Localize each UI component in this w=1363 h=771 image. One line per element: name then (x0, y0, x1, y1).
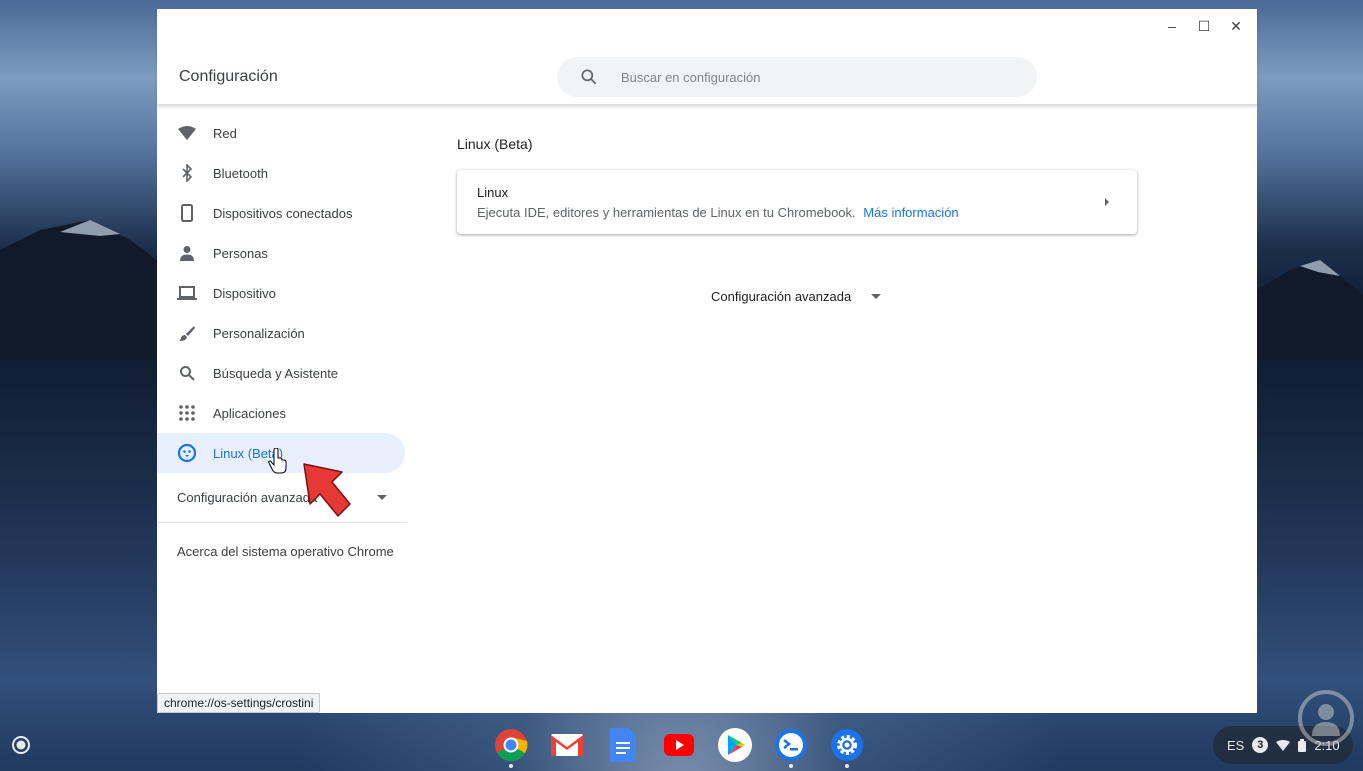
apps-grid-icon (177, 403, 197, 423)
sidebar-item-connected-devices[interactable]: Dispositivos conectados (157, 193, 405, 233)
sidebar-advanced-settings[interactable]: Configuración avanzada (157, 473, 407, 523)
youtube-icon (664, 734, 694, 756)
card-description: Ejecuta IDE, editores y herramientas de … (477, 205, 959, 220)
sidebar-advanced-label: Configuración avanzada (177, 490, 318, 505)
settings-app[interactable] (827, 725, 867, 768)
chevron-down-icon (871, 293, 882, 299)
settings-icon (831, 729, 863, 761)
minimize-button[interactable]: – (1159, 15, 1185, 37)
status-url-bubble: chrome://os-settings/crostini (157, 693, 321, 713)
settings-header: – ☐ ✕ Configuración (157, 9, 1257, 105)
page-title: Configuración (179, 68, 278, 85)
sidebar-item-apps[interactable]: Aplicaciones (157, 393, 405, 433)
sidebar-item-label: Dispositivo (213, 285, 276, 301)
settings-window: – ☐ ✕ Configuración Red Bluetooth (157, 9, 1257, 713)
sidebar-item-device[interactable]: Dispositivo (157, 273, 405, 313)
card-description-text: Ejecuta IDE, editores y herramientas de … (477, 205, 856, 220)
docs-app[interactable] (603, 725, 643, 765)
youtube-app[interactable] (659, 725, 699, 765)
chevron-right-icon (1105, 198, 1109, 206)
maximize-button[interactable]: ☐ (1191, 15, 1217, 37)
laptop-icon (177, 283, 197, 303)
sidebar-item-label: Búsqueda y Asistente (213, 365, 339, 381)
window-controls: – ☐ ✕ (1159, 15, 1249, 37)
shelf: ES 3 2:10 (0, 720, 1363, 771)
close-button[interactable]: ✕ (1223, 15, 1249, 37)
section-title: Linux (Beta) (457, 136, 533, 152)
sidebar-about-chrome-os[interactable]: Acerca del sistema operativo Chrome (157, 523, 407, 579)
wifi-icon (1276, 739, 1291, 751)
bluetooth-icon (177, 163, 197, 183)
shelf-apps (491, 725, 867, 768)
hand-cursor-icon (268, 448, 287, 474)
search-icon (581, 69, 597, 85)
linux-terminal-app[interactable] (771, 725, 811, 768)
phone-icon (177, 203, 197, 223)
launcher-button[interactable] (6, 730, 36, 760)
card-title: Linux (477, 185, 509, 200)
gmail-app[interactable] (547, 725, 587, 765)
advanced-settings-toggle[interactable]: Configuración avanzada (711, 289, 882, 304)
search-icon (177, 363, 197, 383)
more-info-link[interactable]: Más información (863, 205, 958, 220)
docs-icon (610, 728, 636, 762)
gmail-icon (551, 734, 583, 756)
sidebar-item-people[interactable]: Personas (157, 233, 405, 273)
sidebar-item-search-assistant[interactable]: Búsqueda y Asistente (157, 353, 405, 393)
sidebar-item-bluetooth[interactable]: Bluetooth (157, 153, 405, 193)
search-box[interactable] (557, 57, 1037, 97)
search-input[interactable] (621, 69, 1001, 85)
running-indicator (845, 764, 849, 768)
notification-count-badge: 3 (1252, 737, 1269, 753)
wifi-icon (177, 123, 197, 143)
launcher-icon (12, 736, 30, 754)
penguin-icon (177, 443, 197, 463)
chrome-icon (495, 729, 528, 762)
sidebar: Red Bluetooth Dispositivos conectados Pe… (157, 113, 407, 579)
brush-icon (177, 323, 197, 343)
sidebar-item-label: Red (213, 125, 237, 141)
chrome-app[interactable] (491, 725, 531, 768)
sidebar-item-personalization[interactable]: Personalización (157, 313, 405, 353)
person-icon (177, 243, 197, 263)
sidebar-item-label: Aplicaciones (213, 405, 286, 421)
advanced-settings-label: Configuración avanzada (711, 289, 852, 304)
red-arrow-annotation-icon (303, 463, 351, 517)
running-indicator (789, 764, 793, 768)
sidebar-item-label: Bluetooth (213, 165, 268, 181)
running-indicator (509, 764, 513, 768)
chevron-down-icon (377, 494, 387, 500)
play-store-icon (718, 728, 752, 762)
sidebar-item-label: Personas (213, 245, 268, 261)
sidebar-item-label: Personalización (213, 325, 305, 341)
sidebar-item-red[interactable]: Red (157, 113, 405, 153)
linux-terminal-icon (775, 729, 807, 761)
linux-card[interactable]: Linux Ejecuta IDE, editores y herramient… (457, 170, 1137, 234)
language-indicator: ES (1227, 737, 1245, 753)
play-store-app[interactable] (715, 725, 755, 765)
site-logo-watermark-icon (1298, 690, 1354, 746)
sidebar-item-label: Dispositivos conectados (213, 205, 353, 221)
